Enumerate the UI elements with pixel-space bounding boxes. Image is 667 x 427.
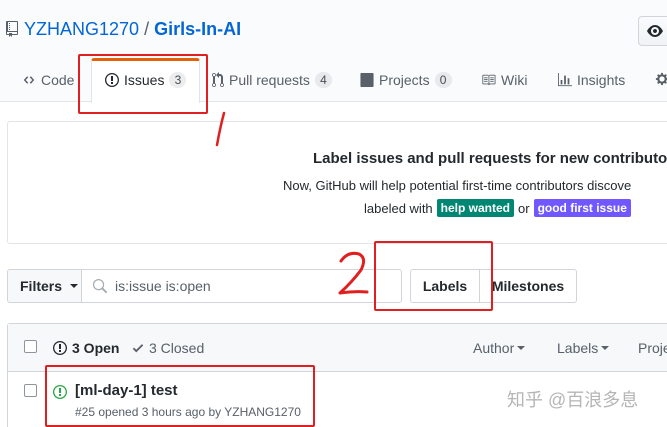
blankslate-labeled-with: labeled with	[364, 200, 433, 216]
tab-insights[interactable]: Insights	[558, 72, 625, 88]
tab-projects-label: Projects	[379, 72, 430, 88]
annotation-box-labels	[374, 241, 493, 311]
blankslate-or: or	[518, 200, 530, 216]
watermark: 知乎 @百浪多息	[507, 390, 639, 410]
tab-code-label: Code	[41, 72, 75, 88]
caret-down-icon	[70, 284, 79, 288]
closed-issues-filter[interactable]: 3 Closed	[132, 340, 204, 356]
repo-name-link[interactable]: Girls-In-AI	[154, 19, 241, 39]
tab-projects[interactable]: Projects 0	[360, 72, 452, 88]
blankslate-title: Label issues and pull requests for new c…	[313, 150, 667, 167]
project-icon	[360, 73, 374, 87]
tab-pull-requests-label: Pull requests	[229, 72, 310, 88]
issue-opened-icon	[53, 340, 67, 356]
author-filter[interactable]: Author	[473, 340, 526, 356]
repo-title: YZHANG1270/Girls-In-AI	[6, 19, 241, 40]
select-all-checkbox[interactable]	[24, 340, 37, 353]
annotation-box-issue	[45, 365, 315, 427]
label-help-wanted[interactable]: help wanted	[436, 199, 514, 217]
milestones-button[interactable]: Milestones	[479, 269, 577, 303]
caret-down-icon	[517, 346, 526, 350]
closed-count-label: 3 Closed	[149, 340, 205, 356]
graph-icon	[558, 73, 572, 87]
label-good-first-issue[interactable]: good first issue	[533, 199, 631, 217]
filters-button[interactable]: Filters	[7, 269, 82, 303]
projects-filter[interactable]: Proje	[638, 340, 667, 356]
open-issues-filter[interactable]: 3 Open	[53, 340, 119, 356]
tab-wiki-label: Wiki	[501, 72, 528, 88]
repo-owner-link[interactable]: YZHANG1270	[24, 19, 139, 39]
tab-insights-label: Insights	[577, 72, 626, 88]
tab-wiki[interactable]: Wiki	[481, 72, 527, 88]
filters-label: Filters	[20, 278, 63, 294]
tab-pull-requests[interactable]: Pull requests 4	[212, 72, 332, 88]
watch-button[interactable]	[638, 16, 667, 46]
eye-icon	[647, 23, 663, 39]
caret-down-icon	[601, 346, 610, 350]
annotation-box-issues	[78, 54, 208, 114]
search-icon	[92, 278, 107, 294]
check-icon	[132, 341, 144, 355]
tab-projects-count: 0	[434, 72, 452, 88]
book-icon	[481, 73, 496, 87]
settings-tab[interactable]	[655, 72, 667, 86]
git-pull-request-icon	[212, 72, 224, 88]
tab-pull-requests-count: 4	[314, 72, 332, 88]
gear-icon	[655, 72, 667, 86]
blankslate-description: Now, GitHub will help potential first-ti…	[283, 178, 632, 193]
repo-icon	[6, 21, 18, 37]
tab-code[interactable]: Code	[22, 72, 74, 88]
open-count-label: 3 Open	[72, 340, 120, 356]
blankslate-labels-line: labeled with help wanted or good first i…	[364, 199, 631, 217]
issue-checkbox[interactable]	[24, 384, 37, 397]
labels-filter[interactable]: Labels	[557, 340, 610, 356]
annotation-mark-1	[215, 111, 226, 147]
annotation-mark-2	[338, 251, 369, 295]
repo-separator: /	[144, 19, 150, 39]
code-icon	[22, 74, 36, 86]
